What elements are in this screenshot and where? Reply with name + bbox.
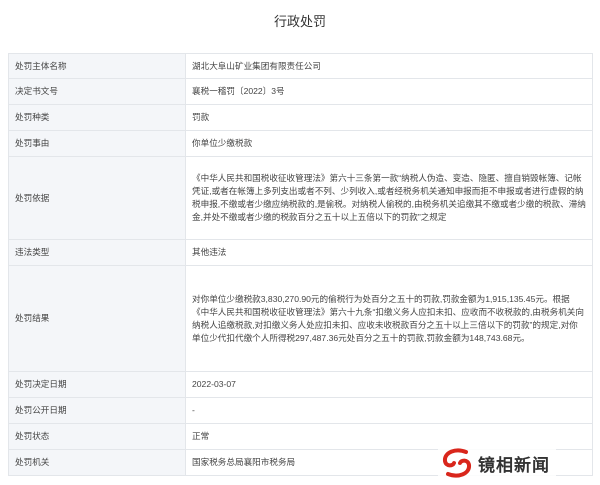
watermark-text: 镜相新闻 [478,455,550,476]
row-value: 对你单位少缴税款3,830,270.90元的偷税行为处百分之五十的罚款,罚款金额… [185,265,593,372]
row-value: - [185,397,593,424]
row-label: 违法类型 [8,239,186,266]
row-label: 处罚主体名称 [8,53,186,79]
row-label: 处罚结果 [8,265,186,372]
row-label: 处罚机关 [8,449,186,476]
row-label: 处罚公开日期 [8,397,186,424]
row-label: 处罚事由 [8,130,186,157]
row-label: 处罚决定日期 [8,371,186,398]
table-row: 违法类型 其他违法 [8,239,593,266]
table-row: 决定书文号 襄税一稽罚〔2022〕3号 [8,78,593,105]
row-value: 《中华人民共和国税收征收管理法》第六十三条第一款“纳税人伪造、变造、隐匿、擅自销… [185,156,593,240]
table-row: 处罚决定日期 2022-03-07 [8,371,593,398]
table-row: 处罚主体名称 湖北大阜山矿业集团有限责任公司 [8,53,593,79]
row-value: 你单位少缴税款 [185,130,593,157]
penalty-info-table: 处罚主体名称 湖北大阜山矿业集团有限责任公司 决定书文号 襄税一稽罚〔2022〕… [8,53,593,476]
row-label: 决定书文号 [8,78,186,105]
table-row: 处罚依据 《中华人民共和国税收征收管理法》第六十三条第一款“纳税人伪造、变造、隐… [8,156,593,240]
table-row: 处罚种类 罚款 [8,104,593,131]
row-value: 湖北大阜山矿业集团有限责任公司 [185,53,593,79]
page-title: 行政处罚 [273,14,326,29]
row-label: 处罚依据 [8,156,186,240]
table-row: 处罚事由 你单位少缴税款 [8,130,593,157]
watermark: 镜相新闻 [438,446,556,480]
logo-icon [443,448,471,478]
table-row: 处罚结果 对你单位少缴税款3,830,270.90元的偷税行为处百分之五十的罚款… [8,265,593,372]
row-value: 2022-03-07 [185,371,593,398]
row-value: 其他违法 [185,239,593,266]
table-row: 处罚公开日期 - [8,397,593,424]
row-label: 处罚种类 [8,104,186,131]
row-value: 襄税一稽罚〔2022〕3号 [185,78,593,105]
row-value: 罚款 [185,104,593,131]
row-label: 处罚状态 [8,423,186,450]
